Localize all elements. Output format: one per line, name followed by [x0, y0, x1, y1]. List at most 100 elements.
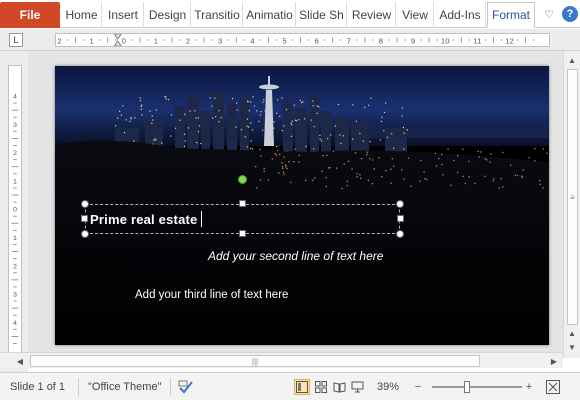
city-light [351, 168, 353, 170]
city-light [170, 135, 172, 137]
city-light [264, 138, 266, 140]
city-light [298, 119, 300, 121]
title-text-content[interactable]: Prime real estate [90, 212, 197, 227]
ruler-number: 4 [13, 320, 17, 327]
spell-check-icon[interactable] [178, 379, 194, 395]
city-light [342, 135, 344, 137]
city-light [489, 161, 491, 163]
city-light [259, 114, 262, 116]
city-light [403, 148, 405, 150]
city-light [260, 111, 262, 113]
city-light [220, 117, 222, 119]
resize-handle-e[interactable] [397, 215, 404, 222]
city-light [248, 126, 250, 128]
reading-view-icon[interactable] [331, 379, 347, 395]
city-light [151, 122, 153, 124]
scroll-right-icon[interactable]: ▶ [548, 355, 560, 367]
resize-handle-sw[interactable] [81, 230, 89, 238]
city-light [426, 178, 428, 181]
city-light [282, 167, 284, 170]
city-light [456, 171, 459, 174]
city-light [140, 108, 142, 110]
slide-subtitle-text[interactable]: Add your second line of text here [208, 249, 383, 263]
city-light [253, 105, 255, 107]
city-light [167, 99, 170, 101]
fit-slide-to-window-icon[interactable] [545, 379, 561, 395]
tab-insert[interactable]: Insert [103, 2, 144, 28]
vertical-ruler[interactable]: 4 3 2 1 0 1 2 3 4 [8, 65, 22, 355]
normal-view-icon[interactable] [294, 379, 310, 395]
resize-handle-se[interactable] [396, 230, 404, 238]
zoom-slider-thumb[interactable] [464, 381, 470, 393]
city-light [330, 134, 332, 136]
city-light [293, 161, 295, 163]
vertical-scroll-thumb[interactable]: ≡ [567, 69, 578, 325]
resize-handle-nw[interactable] [81, 200, 89, 208]
next-slide-icon[interactable]: ▼ [566, 341, 578, 353]
slide-title-text[interactable]: Prime real estate [90, 211, 203, 227]
city-light [441, 163, 443, 166]
slide-sorter-view-icon[interactable] [313, 379, 329, 395]
horizontal-ruler[interactable]: 2 1 0 1 2 3 4 5 6 7 8 9 10 11 12 [55, 33, 550, 47]
city-light [346, 180, 349, 182]
city-light [252, 96, 254, 98]
ribbon-tabs: File Home Insert Design Transitio Animat… [0, 0, 580, 28]
city-light [286, 167, 288, 170]
slide-third-line-text[interactable]: Add your third line of text here [135, 289, 288, 301]
slide-canvas[interactable]: Prime real estate Add your second line o… [55, 66, 549, 345]
tab-selector-icon[interactable]: L [9, 33, 23, 47]
tab-view[interactable]: View [397, 2, 434, 28]
city-light [371, 183, 373, 185]
slide-count-label: Slide 1 of 1 [10, 381, 66, 393]
ruler-number: 2 [13, 150, 17, 157]
ruler-number: 2 [13, 263, 17, 270]
city-light [340, 142, 342, 145]
city-light [391, 133, 393, 135]
city-light [383, 130, 385, 132]
city-light [184, 133, 186, 135]
ruler-number: 3 [218, 36, 222, 45]
city-light [420, 159, 422, 162]
tab-add-ins[interactable]: Add-Ins [435, 2, 486, 28]
zoom-in-icon[interactable]: + [521, 379, 537, 395]
city-light [329, 167, 331, 169]
city-light [290, 181, 292, 184]
slide-show-view-icon[interactable] [349, 379, 365, 395]
scroll-up-icon[interactable]: ▲ [566, 54, 578, 66]
tab-design[interactable]: Design [145, 2, 191, 28]
city-light [406, 129, 408, 131]
ruler-number: 10 [441, 36, 450, 45]
horizontal-scrollbar[interactable]: ◀ ||| ▶ [0, 352, 563, 368]
resize-handle-n[interactable] [239, 200, 246, 207]
city-light [354, 152, 357, 154]
minimize-ribbon-icon[interactable]: ♡ [541, 6, 557, 22]
city-light [248, 110, 250, 112]
tab-format[interactable]: Format [487, 2, 535, 28]
resize-handle-s[interactable] [239, 230, 246, 237]
tab-transitions[interactable]: Transitio [192, 2, 243, 28]
zoom-slider[interactable] [432, 386, 522, 388]
resize-handle-ne[interactable] [396, 200, 404, 208]
zoom-out-icon[interactable]: − [410, 379, 426, 395]
city-light [424, 178, 426, 180]
previous-slide-icon[interactable]: ▲ [566, 327, 578, 339]
tab-slide-show[interactable]: Slide Sh [297, 2, 347, 28]
tab-file[interactable]: File [0, 2, 60, 28]
city-light [359, 174, 361, 176]
tab-animations[interactable]: Animatio [244, 2, 296, 28]
tab-review[interactable]: Review [348, 2, 396, 28]
city-light [339, 134, 341, 136]
city-light [139, 97, 141, 99]
city-light [285, 164, 287, 166]
scroll-left-icon[interactable]: ◀ [14, 355, 26, 367]
help-icon[interactable]: ? [562, 6, 578, 22]
rotation-handle[interactable] [238, 175, 247, 184]
vertical-scrollbar[interactable]: ▲ ≡ ▲ ▼ [563, 51, 580, 358]
zoom-level-label[interactable]: 39% [377, 381, 399, 393]
horizontal-scroll-thumb[interactable]: ||| [30, 355, 480, 367]
city-light [281, 162, 283, 164]
tab-home[interactable]: Home [62, 2, 102, 28]
resize-handle-w[interactable] [81, 215, 88, 222]
city-light [360, 158, 363, 160]
city-light [183, 145, 186, 147]
